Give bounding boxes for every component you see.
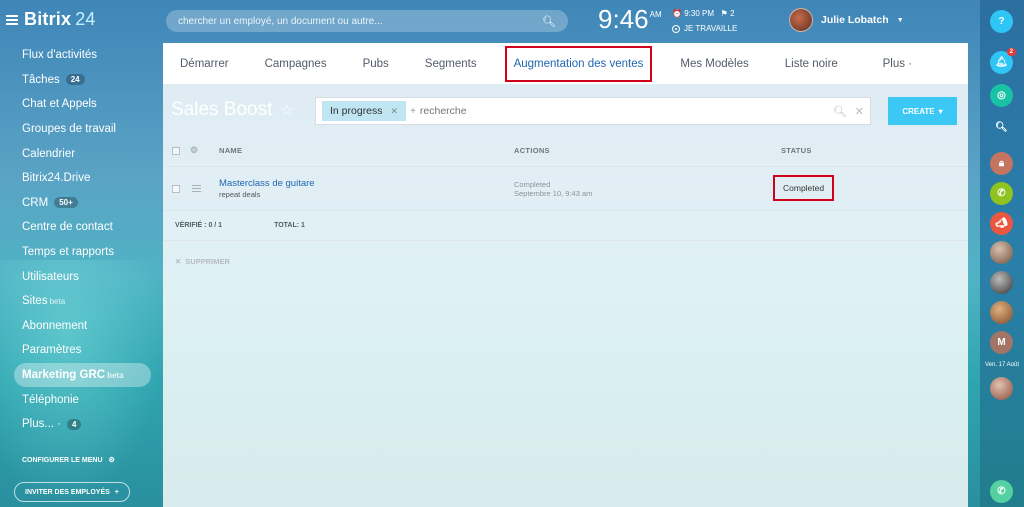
grid-header: ⚙ NAME ACTIONS STATUS [163,135,968,167]
contact-avatar[interactable] [990,271,1013,294]
notification-count: 2 [1006,48,1016,56]
chevron-down-icon: ▼ [896,16,904,24]
contact-avatar[interactable]: M [990,331,1013,354]
clock: 9:46AM [598,4,662,34]
lock-icon[interactable]: 🔒︎ [990,152,1013,175]
sidebar-item-drive[interactable]: Bitrix24.Drive [0,166,162,191]
close-icon: ✕ [175,257,182,266]
sidebar-item-groupes[interactable]: Groupes de travail [0,117,162,142]
sidebar-item-temps[interactable]: Temps et rapports [0,240,162,265]
row-checkbox[interactable] [172,184,180,193]
sidebar-item-centre-contact[interactable]: Centre de contact [0,215,162,240]
invite-employees-button[interactable]: INVITER DES EMPLOYÉS + [14,482,130,502]
brand-name: Bitrix 24 [24,9,96,29]
status-badge: Completed [773,175,835,201]
work-status[interactable]: ⏰ 9:30 PM ⚑ 2 JE TRAVAILLE [672,9,737,33]
search-icon[interactable]: 🔍︎ [990,116,1013,139]
plus-icon[interactable]: + [410,106,416,117]
sidebar-item-chat[interactable]: Chat et Appels [0,92,162,117]
left-sidebar: Bitrix 24 Flux d'activités Tâches 24 Chat … [0,0,162,507]
chat-icon[interactable]: ◎ [990,84,1013,107]
sidebar-item-sites[interactable]: Sites beta [0,289,162,314]
column-status[interactable]: STATUS [781,146,812,155]
gear-icon[interactable]: ⚙ [190,145,198,156]
date-label: Ven. 17 Août [984,362,1020,368]
tab-segments[interactable]: Segments [425,58,477,70]
contact-avatar[interactable] [990,241,1013,264]
tab-more[interactable]: Plus · [883,58,912,70]
column-actions[interactable]: ACTIONS [514,146,550,155]
menu-burger-icon[interactable] [6,14,18,25]
user-menu[interactable]: Julie Lobatch ▼ [789,8,904,32]
avatar [789,8,813,32]
tab-pubs[interactable]: Pubs [363,58,389,70]
sidebar-item-telephonie[interactable]: Téléphonie [0,387,162,412]
logo[interactable]: Bitrix 24 [6,9,96,30]
alarm-icon: ⏰ [672,9,682,18]
filter-chip[interactable]: In progress ✕ [322,101,407,121]
tab-campagnes[interactable]: Campagnes [265,58,327,70]
verified-count: VÉRIFIÉ : 0 / 1 [175,222,223,229]
sidebar-item-crm[interactable]: CRM 50+ [0,191,162,216]
row-name-link[interactable]: Masterclass de guitare [219,178,315,189]
contact-avatar[interactable] [990,301,1013,324]
flag-icon: ⚑ [720,9,728,18]
tab-demarrer[interactable]: Démarrer [180,58,229,70]
help-icon[interactable]: ? [990,10,1013,33]
search-icon[interactable]: 🔍︎ [833,105,847,118]
delete-button[interactable]: ✕ SUPPRIMER [175,257,230,266]
star-icon[interactable]: ☆ [280,101,293,119]
sidebar-item-calendrier[interactable]: Calendrier [0,141,162,166]
create-button[interactable]: CREATE ▾ [888,97,957,125]
count-badge: 4 [66,418,82,430]
plus-icon: + [114,488,119,496]
sidebar-item-utilisateurs[interactable]: Utilisateurs [0,264,162,289]
data-grid: ⚙ NAME ACTIONS STATUS Masterclass de gui… [163,135,968,241]
count-badge: 50+ [54,197,78,209]
tab-augmentation-ventes[interactable]: Augmentation des ventes [504,45,653,82]
total-count: TOTAL: 1 [274,222,305,229]
sidebar-item-parametres[interactable]: Paramètres [0,338,162,363]
sidebar-menu: Flux d'activités Tâches 24 Chat et Appels… [0,43,162,437]
tab-liste-noire[interactable]: Liste noire [785,58,838,70]
row-menu-icon[interactable] [192,185,201,192]
gear-icon: ⚙ [108,457,115,464]
marketing-tabs: Démarrer Campagnes Pubs Segments Augment… [163,43,968,84]
count-badge: 24 [65,74,85,86]
column-name[interactable]: NAME [219,146,242,155]
tab-mes-modeles[interactable]: Mes Modèles [680,58,748,70]
filter-bar[interactable]: In progress✕ + 🔍︎ ✕ [315,97,871,125]
select-all-checkbox[interactable] [172,146,180,155]
sidebar-item-taches[interactable]: Tâches 24 [0,68,162,93]
filter-search-input[interactable] [419,105,825,117]
contact-avatar[interactable] [990,377,1013,400]
search-input[interactable] [178,15,543,27]
table-row[interactable]: Masterclass de guitare repeat deals Comp… [163,167,968,211]
sidebar-item-flux[interactable]: Flux d'activités [0,43,162,68]
row-subtitle: repeat deals [219,190,261,199]
call-icon[interactable]: ✆ [990,480,1013,503]
configure-menu-link[interactable]: CONFIGURER LE MENU ⚙ [22,456,115,465]
megaphone-icon[interactable]: 📣︎ [990,212,1013,235]
sidebar-item-abonnement[interactable]: Abonnement [0,314,162,339]
phone-icon[interactable]: ✆ [990,182,1013,205]
close-icon[interactable]: ✕ [391,106,399,117]
search-icon[interactable]: 🔍︎ [542,15,556,28]
chevron-down-icon: ▾ [938,106,943,116]
row-actions-cell: Completed Septembre 10, 9:43 am [514,179,593,198]
main-panel: Démarrer Campagnes Pubs Segments Augment… [163,43,968,507]
notification-bell-icon[interactable]: 🔔︎ 2 [990,48,1016,74]
status-dot-icon [672,24,680,33]
sidebar-item-plus[interactable]: Plus... · 4 [0,412,162,437]
row-name-cell: Masterclass de guitare repeat deals [219,178,315,199]
sidebar-item-marketing[interactable]: Marketing GRC beta [14,362,151,388]
right-sidebar: ? 🔔︎ 2 ◎ 🔍︎ 🔒︎ ✆ 📣︎ M Ven. 17 Août ✆ [980,0,1024,507]
page-title: Sales Boost ☆ [171,99,294,120]
clear-icon[interactable]: ✕ [855,105,864,118]
global-search[interactable]: 🔍︎ [166,10,568,32]
grid-footer: VÉRIFIÉ : 0 / 1 TOTAL: 1 [163,211,968,241]
